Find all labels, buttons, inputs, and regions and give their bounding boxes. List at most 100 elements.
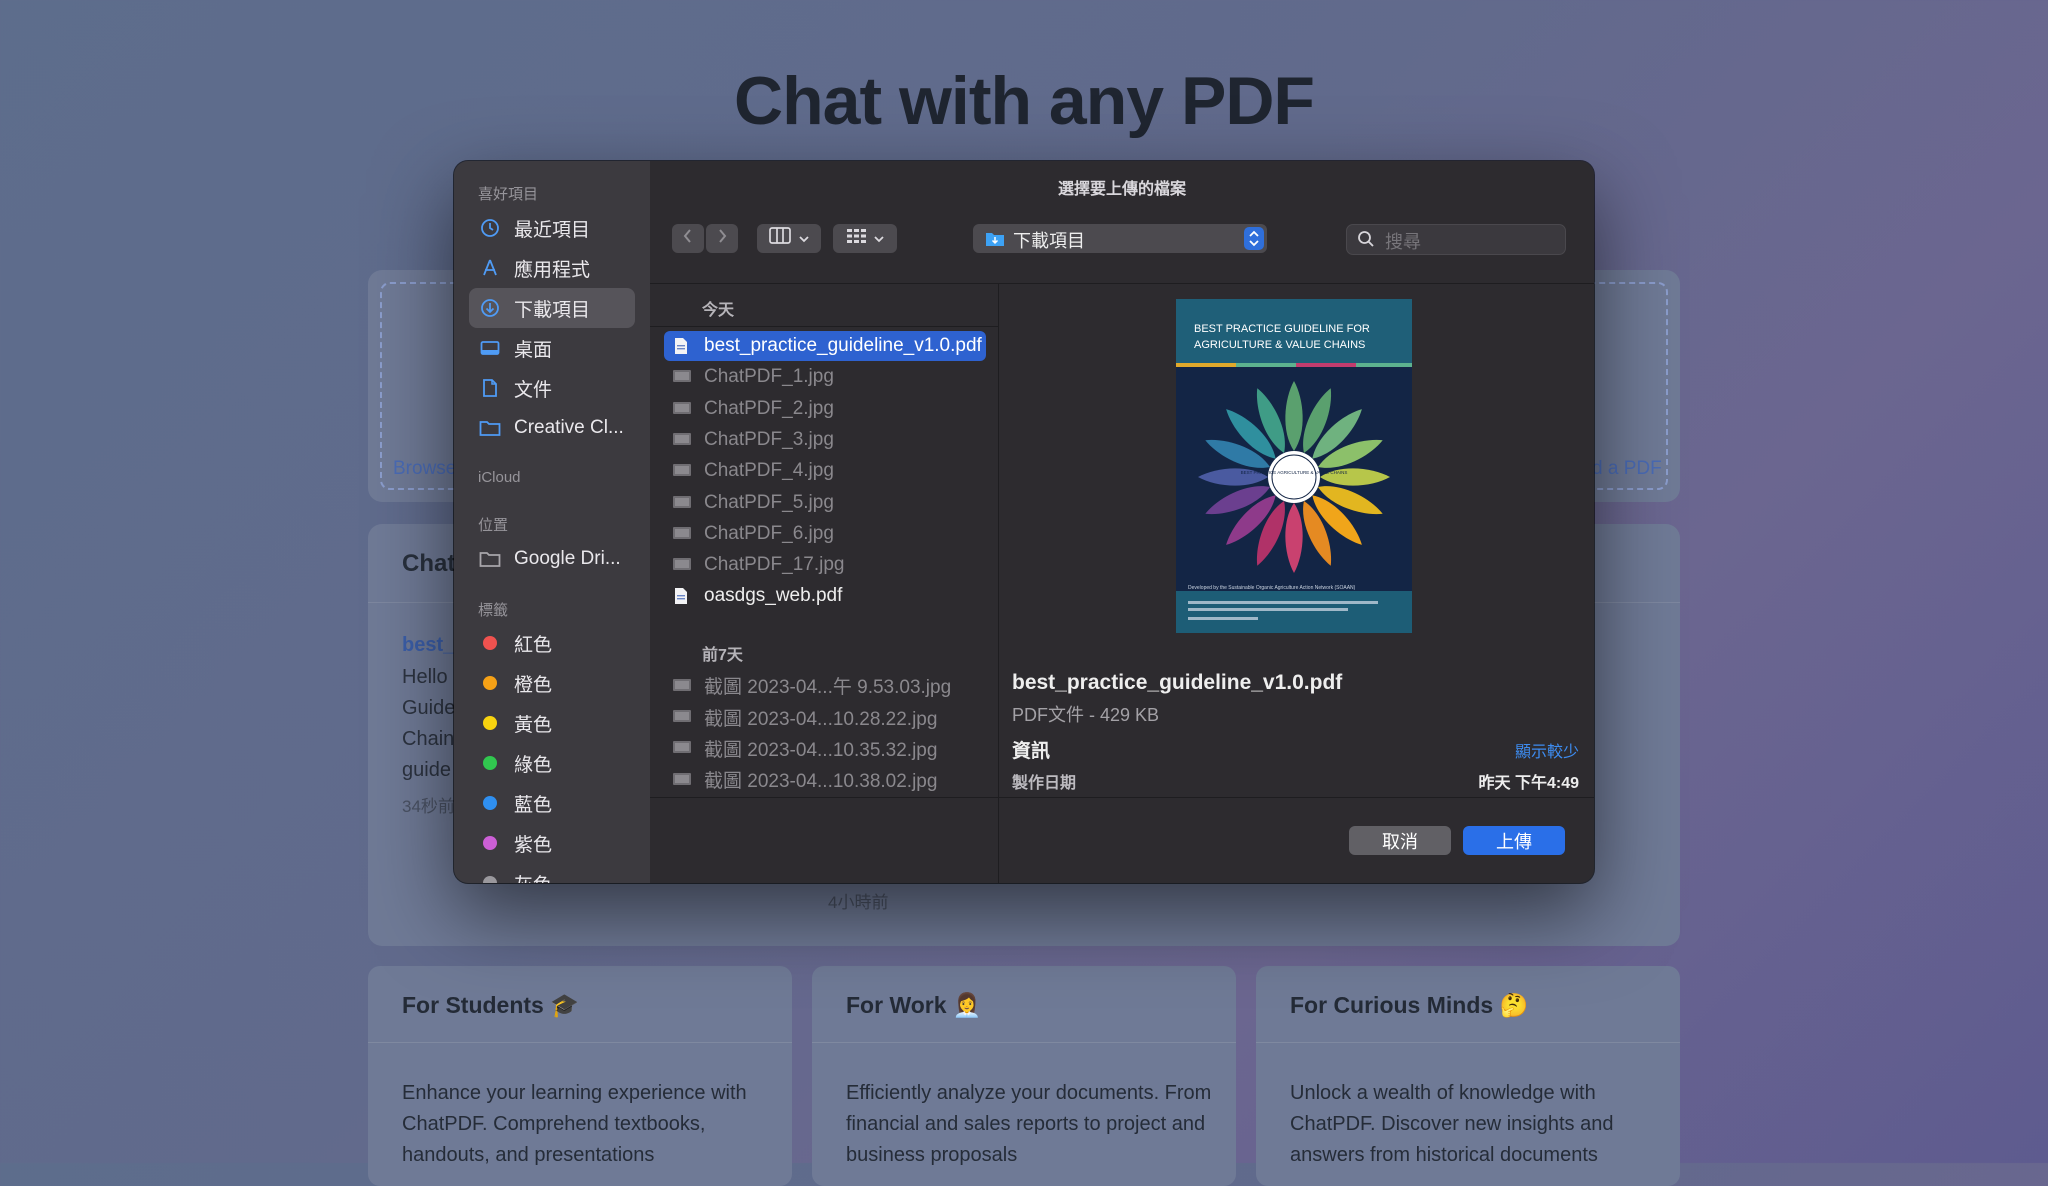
search-placeholder: 搜尋 xyxy=(1385,232,1421,252)
upload-button[interactable]: 上傳 xyxy=(1463,826,1565,855)
show-less-link[interactable]: 顯示較少 xyxy=(1515,738,1579,762)
file-name: 截圖 2023-04...午 9.53.03.jpg xyxy=(704,677,952,699)
sidebar-tag-blue[interactable]: 藍色 xyxy=(469,783,635,823)
cover-footer: Developed by the Sustainable Organic Agr… xyxy=(1188,585,1356,591)
file-row[interactable]: ChatPDF_3.jpg xyxy=(664,425,986,455)
view-mode-button[interactable] xyxy=(757,224,821,253)
chat-item-name[interactable]: best_ xyxy=(402,634,454,657)
preview-file-meta: PDF文件 - 429 KB xyxy=(1012,705,1160,725)
file-row[interactable]: ChatPDF_1.jpg xyxy=(664,362,986,392)
chevron-left-icon xyxy=(682,228,694,249)
sidebar-tag-red[interactable]: 紅色 xyxy=(469,623,635,663)
file-row[interactable]: 截圖 2023-04...10.28.22.jpg xyxy=(664,702,986,732)
file-row[interactable]: 截圖 2023-04...午 9.53.03.jpg xyxy=(664,671,986,701)
card-text: Unlock a wealth of knowledge with ChatPD… xyxy=(1290,1082,1614,1166)
file-name: ChatPDF_6.jpg xyxy=(704,522,834,544)
file-name: oasdgs_web.pdf xyxy=(704,585,843,607)
image-file-icon xyxy=(672,431,691,449)
sidebar-item-documents[interactable]: 文件 xyxy=(469,368,635,408)
cancel-button[interactable]: 取消 xyxy=(1349,826,1451,855)
file-row[interactable]: ChatPDF_6.jpg xyxy=(664,519,986,549)
sidebar-item-label: 綠色 xyxy=(514,754,553,776)
sidebar-tag-orange[interactable]: 橙色 xyxy=(469,663,635,703)
browse-link[interactable]: Browse xyxy=(393,458,456,480)
file-name: ChatPDF_17.jpg xyxy=(704,554,845,576)
search-field[interactable]: 搜尋 xyxy=(1346,224,1566,255)
feature-card-work: For Work 👩‍💼 Efficiently analyze your do… xyxy=(812,966,1236,1186)
sidebar-item-label: 黃色 xyxy=(514,714,553,736)
sidebar-item-label: 下載項目 xyxy=(514,299,591,321)
pdf-file-icon xyxy=(672,587,690,605)
feature-card-students: For Students 🎓 Enhance your learning exp… xyxy=(368,966,792,1186)
image-file-icon xyxy=(672,462,691,480)
file-row[interactable]: ChatPDF_17.jpg xyxy=(664,550,986,580)
clock-icon xyxy=(479,217,501,239)
group-button[interactable] xyxy=(833,224,897,253)
location-label: 下載項目 xyxy=(1013,231,1085,251)
divider xyxy=(1256,1042,1680,1043)
divider xyxy=(812,1042,1236,1043)
chevron-down-icon xyxy=(799,230,809,248)
image-file-icon xyxy=(672,771,691,789)
file-name: ChatPDF_1.jpg xyxy=(704,366,834,388)
image-file-icon xyxy=(672,677,691,695)
document-icon xyxy=(479,377,501,399)
file-name: best_practice_guideline_v1.0.pdf xyxy=(704,335,982,356)
tags-section-label: 標籤 xyxy=(478,602,509,619)
file-row[interactable]: 截圖 2023-04...10.35.32.jpg xyxy=(664,733,986,763)
chat-history-title: Chat xyxy=(402,550,456,577)
chat-item-line: Guide xyxy=(402,697,456,719)
desktop-icon xyxy=(479,337,501,359)
sidebar-tag-yellow[interactable]: 黃色 xyxy=(469,703,635,743)
chat-item-line: Chain xyxy=(402,728,455,750)
column-divider[interactable] xyxy=(998,283,999,883)
sidebar-item-label: 橙色 xyxy=(514,674,553,696)
sidebar-item-downloads[interactable]: 下載項目 xyxy=(469,288,635,328)
icloud-section-label: iCloud xyxy=(478,469,521,486)
dialog-title: 選擇要上傳的檔案 xyxy=(1057,181,1186,198)
file-name: 截圖 2023-04...10.28.22.jpg xyxy=(704,708,938,730)
file-row[interactable]: oasdgs_web.pdf xyxy=(664,581,986,611)
sidebar: 喜好項目 最近項目 應用程式 下載項目 桌面 文件 Creative Cl...… xyxy=(454,161,650,883)
group-header-today: 今天 xyxy=(702,302,735,319)
file-row[interactable]: ChatPDF_4.jpg xyxy=(664,456,986,486)
card-text: Efficiently analyze your documents. From… xyxy=(846,1082,1212,1166)
sidebar-item-desktop[interactable]: 桌面 xyxy=(469,328,635,368)
location-popup[interactable]: 下載項目 xyxy=(973,224,1267,253)
favorites-section-label: 喜好項目 xyxy=(478,186,539,203)
sidebar-tag-purple[interactable]: 紫色 xyxy=(469,823,635,863)
cover-title-line2: AGRICULTURE & VALUE CHAINS xyxy=(1194,339,1365,351)
image-file-icon xyxy=(672,494,691,512)
card-title: For Students 🎓 xyxy=(402,992,579,1018)
updown-chevron-icon xyxy=(1244,227,1264,250)
sidebar-item-label: Google Dri... xyxy=(514,548,621,569)
page-title: Chat with any PDF xyxy=(734,63,1315,139)
forward-button[interactable] xyxy=(706,224,738,253)
sidebar-tag-green[interactable]: 綠色 xyxy=(469,743,635,783)
file-name: ChatPDF_3.jpg xyxy=(704,428,834,450)
back-button[interactable] xyxy=(672,224,704,253)
card-title: For Work 👩‍💼 xyxy=(846,992,982,1018)
folder-icon xyxy=(479,548,501,570)
sidebar-item-applications[interactable]: 應用程式 xyxy=(469,248,635,288)
file-row[interactable]: 截圖 2023-04...10.38.02.jpg xyxy=(664,765,986,795)
image-file-icon xyxy=(672,708,691,726)
info-heading: 資訊 xyxy=(1012,741,1051,762)
image-file-icon xyxy=(672,739,691,757)
file-row[interactable]: ChatPDF_5.jpg xyxy=(664,488,986,518)
sidebar-item-label: 藍色 xyxy=(514,794,553,816)
file-name: 截圖 2023-04...10.38.02.jpg xyxy=(704,771,938,793)
sidebar-item-label: 最近項目 xyxy=(514,219,591,241)
chevron-down-icon xyxy=(874,230,884,248)
sidebar-item-label: 應用程式 xyxy=(514,259,591,281)
drop-pdf-text: d a PDF xyxy=(1592,458,1662,479)
sidebar-item-creative-cloud[interactable]: Creative Cl... xyxy=(469,408,635,448)
tag-dot-icon xyxy=(483,636,497,650)
sidebar-item-google-drive[interactable]: Google Dri... xyxy=(469,539,635,579)
sidebar-item-recents[interactable]: 最近項目 xyxy=(469,208,635,248)
file-row[interactable]: ChatPDF_2.jpg xyxy=(664,394,986,424)
file-row[interactable]: best_practice_guideline_v1.0.pdf xyxy=(664,331,986,361)
chat-item-time: 34秒前 xyxy=(402,797,455,816)
sidebar-tag-gray[interactable]: 灰色 xyxy=(469,863,635,883)
chat-item-time: 4小時前 xyxy=(828,893,889,912)
